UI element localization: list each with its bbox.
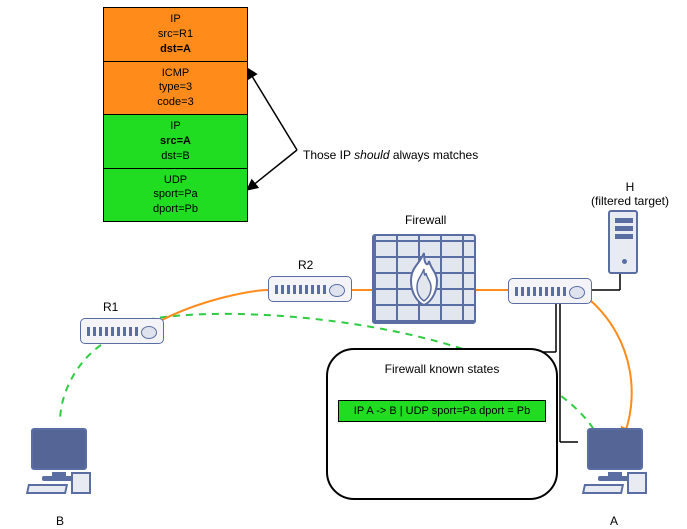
router-r3 xyxy=(508,278,592,304)
note-em: should xyxy=(354,148,389,162)
pkt-text: code=3 xyxy=(157,95,193,110)
pkt-text: sport=Pa xyxy=(153,187,197,202)
pkt-text: src=A xyxy=(160,134,191,149)
pkt-text: IP xyxy=(170,119,180,134)
pkt-udp: UDP sport=Pa dport=Pb xyxy=(104,169,247,222)
router-r1 xyxy=(80,318,164,344)
state-table-row: IP A -> B | UDP sport=Pa dport = Pb xyxy=(338,400,546,422)
label-r1: R1 xyxy=(103,300,118,314)
pkt-ip-inner: IP src=A dst=B xyxy=(104,115,247,169)
label-r2: R2 xyxy=(298,258,313,272)
firewall-icon xyxy=(372,234,476,324)
note-part: always matches xyxy=(390,148,479,162)
pkt-text: ICMP xyxy=(162,66,190,81)
pkt-text: dport=Pb xyxy=(153,202,198,217)
packet-stack: IP src=R1 dst=A ICMP type=3 code=3 IP sr… xyxy=(103,7,248,222)
pkt-ip-outer: IP src=R1 dst=A xyxy=(104,8,247,62)
computer-a xyxy=(578,428,652,500)
pkt-text: IP xyxy=(170,12,180,27)
label-firewall: Firewall xyxy=(405,213,446,227)
pkt-icmp: ICMP type=3 code=3 xyxy=(104,62,247,116)
router-r2 xyxy=(268,276,352,302)
label-h: H (filtered target) xyxy=(585,180,675,208)
firewall-state-table: Firewall known states IP A -> B | UDP sp… xyxy=(326,348,558,500)
state-table-title: Firewall known states xyxy=(328,362,556,376)
label-h-l1: H xyxy=(626,180,635,194)
note-part: Those IP xyxy=(303,148,354,162)
pkt-text: src=R1 xyxy=(158,27,193,42)
pkt-text: UDP xyxy=(164,173,187,188)
pkt-text: type=3 xyxy=(159,80,192,95)
annotation-text: Those IP should always matches xyxy=(303,148,478,162)
label-a: A xyxy=(610,514,618,528)
computer-b xyxy=(22,428,96,500)
pkt-text: dst=B xyxy=(161,149,189,164)
label-b: B xyxy=(56,514,64,528)
label-h-l2: (filtered target) xyxy=(591,194,669,208)
server-h xyxy=(608,210,638,274)
pkt-text: dst=A xyxy=(160,42,191,57)
flame-icon xyxy=(401,251,447,307)
